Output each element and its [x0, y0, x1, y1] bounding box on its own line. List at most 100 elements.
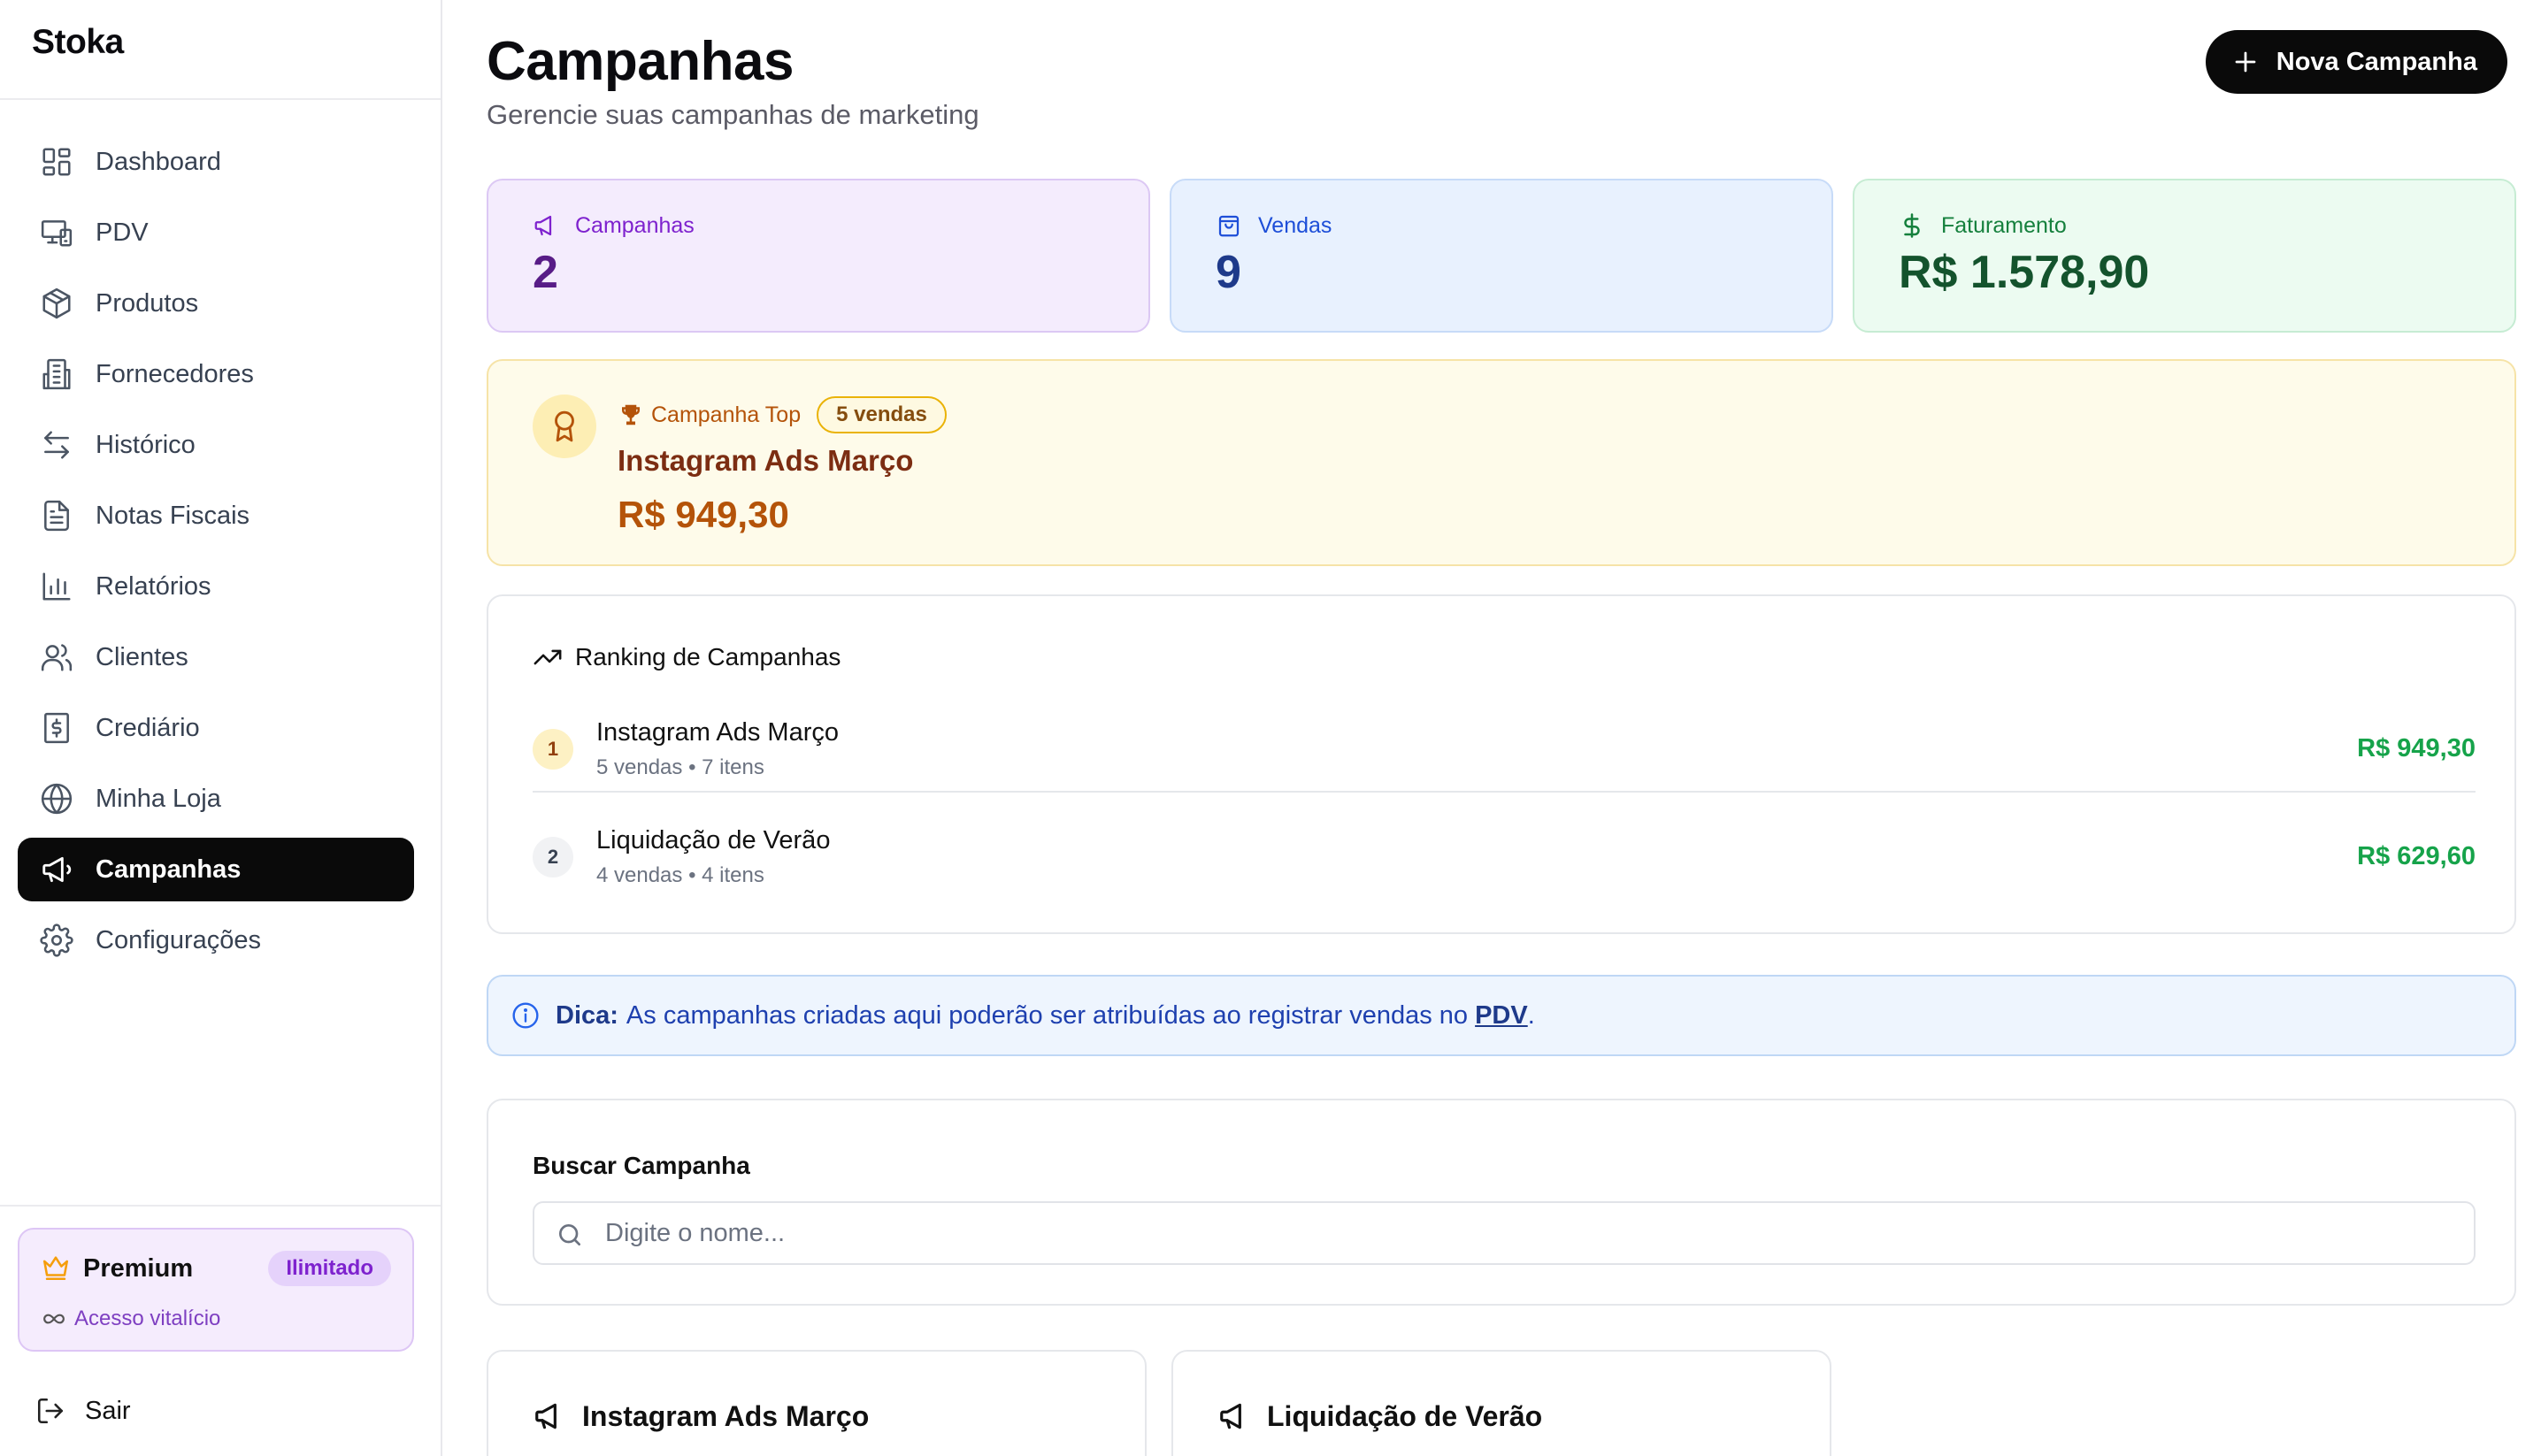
sidebar-item-label: Relatórios	[96, 571, 211, 601]
top-campaign-value: R$ 949,30	[618, 494, 789, 535]
sidebar-item-label: Produtos	[96, 288, 199, 318]
premium-title: Premium	[83, 1254, 194, 1283]
ranking-position: 1	[533, 729, 573, 770]
sidebar-item-label: Clientes	[96, 642, 188, 671]
sidebar-item-pdv[interactable]: PDV	[18, 201, 414, 264]
sidebar-nav: Dashboard PDV Produtos Fornecedores Hist…	[0, 100, 441, 972]
premium-subtitle: Acesso vitalício	[74, 1307, 221, 1330]
sidebar-item-label: Campanhas	[96, 854, 242, 884]
stat-label-campaigns: Campanhas	[533, 212, 695, 239]
package-icon	[39, 286, 74, 321]
bar-chart-icon	[39, 569, 74, 604]
sidebar-item-crediario[interactable]: Crediário	[18, 696, 414, 760]
award-icon	[533, 395, 596, 458]
search-card: Buscar Campanha	[487, 1099, 2516, 1306]
ranking-campaign-meta: 5 vendas • 7 itens	[596, 755, 764, 779]
sidebar-item-dashboard[interactable]: Dashboard	[18, 130, 414, 194]
sidebar-footer: Premium Ilimitado Acesso vitalício Sair	[0, 1205, 441, 1456]
sidebar-item-relatorios[interactable]: Relatórios	[18, 555, 414, 618]
sidebar-item-minha-loja[interactable]: Minha Loja	[18, 767, 414, 831]
top-campaign-label: Campanha Top 5 vendas	[618, 396, 947, 433]
search-label: Buscar Campanha	[533, 1152, 750, 1179]
stat-label-text: Vendas	[1258, 212, 1332, 238]
stat-label-revenue: Faturamento	[1899, 212, 2067, 239]
ranking-row[interactable]: 2 Liquidação de Verão 4 vendas • 4 itens…	[533, 812, 2476, 900]
top-campaign-card: Campanha Top 5 vendas Instagram Ads Març…	[487, 359, 2516, 566]
ranking-campaign-meta: 4 vendas • 4 itens	[596, 863, 764, 887]
tip-banner: Dica: As campanhas criadas aqui poderão …	[487, 975, 2516, 1056]
tip-text: As campanhas criadas aqui poderão ser at…	[626, 1000, 1469, 1030]
building-icon	[39, 356, 74, 392]
campaign-card[interactable]: Liquidação de Verão	[1171, 1350, 1831, 1456]
stat-value-sales: 9	[1216, 247, 1241, 298]
ranking-header: Ranking de Campanhas	[533, 642, 841, 672]
campaign-card-title: Liquidação de Verão	[1217, 1399, 1542, 1433]
info-icon	[511, 1001, 540, 1030]
top-campaign-name: Instagram Ads Março	[618, 444, 914, 477]
brand-logo[interactable]: Stoka	[0, 0, 441, 100]
users-icon	[39, 640, 74, 675]
campaign-card-name: Instagram Ads Março	[582, 1399, 870, 1432]
page-title: Campanhas	[487, 31, 794, 92]
megaphone-icon	[1217, 1399, 1251, 1433]
search-box[interactable]	[533, 1201, 2476, 1265]
sidebar-item-label: Configurações	[96, 925, 261, 954]
sidebar-item-notas-fiscais[interactable]: Notas Fiscais	[18, 484, 414, 548]
stat-card-revenue: Faturamento R$ 1.578,90	[1853, 179, 2516, 333]
crown-icon	[41, 1253, 71, 1283]
ranking-campaign-name: Liquidação de Verão	[596, 826, 831, 854]
logout-button[interactable]: Sair	[35, 1396, 131, 1426]
sidebar-item-label: Crediário	[96, 713, 200, 742]
main-content: Campanhas Gerencie suas campanhas de mar…	[442, 0, 2541, 1456]
sidebar-item-fornecedores[interactable]: Fornecedores	[18, 342, 414, 406]
stat-value-revenue: R$ 1.578,90	[1899, 247, 2150, 298]
ranking-campaign-value: R$ 949,30	[2357, 734, 2476, 762]
stat-card-campaigns: Campanhas 2	[487, 179, 1150, 333]
tip-strong: Dica:	[556, 1000, 618, 1030]
stat-label-text: Faturamento	[1941, 212, 2067, 238]
premium-plan-card[interactable]: Premium Ilimitado Acesso vitalício	[18, 1228, 414, 1352]
ranking-campaign-value: R$ 629,60	[2357, 842, 2476, 870]
sidebar: Stoka Dashboard PDV Produtos Fornecedore…	[0, 0, 442, 1456]
logout-label: Sair	[85, 1396, 131, 1425]
sidebar-item-campanhas[interactable]: Campanhas	[18, 838, 414, 901]
ranking-title: Ranking de Campanhas	[575, 643, 841, 671]
stat-label-text: Campanhas	[575, 212, 695, 238]
receipt-dollar-icon	[39, 710, 74, 746]
plus-icon	[2232, 49, 2259, 75]
trending-up-icon	[533, 642, 563, 672]
tip-pdv-link[interactable]: PDV	[1475, 1001, 1528, 1031]
sidebar-item-produtos[interactable]: Produtos	[18, 272, 414, 335]
campaign-card-name: Liquidação de Verão	[1267, 1399, 1543, 1432]
sidebar-item-historico[interactable]: Histórico	[18, 413, 414, 477]
shopping-bag-icon	[1216, 212, 1242, 239]
stat-card-sales: Vendas 9	[1170, 179, 1833, 333]
campaign-card[interactable]: Instagram Ads Março	[487, 1350, 1147, 1456]
premium-badge: Ilimitado	[268, 1251, 391, 1286]
gear-icon	[39, 923, 74, 958]
search-icon	[556, 1221, 584, 1249]
sidebar-item-label: Notas Fiscais	[96, 501, 250, 530]
ranking-row[interactable]: 1 Instagram Ads Março 5 vendas • 7 itens…	[533, 704, 2476, 793]
stat-label-sales: Vendas	[1216, 212, 1332, 239]
sidebar-item-configuracoes[interactable]: Configurações	[18, 908, 414, 972]
megaphone-icon	[533, 1399, 566, 1433]
top-campaign-badge: 5 vendas	[817, 396, 947, 433]
search-input[interactable]	[605, 1203, 2445, 1263]
megaphone-icon	[533, 212, 559, 239]
sidebar-item-label: Histórico	[96, 430, 196, 459]
dollar-icon	[1899, 212, 1925, 239]
trophy-icon	[618, 402, 644, 428]
ranking-position: 2	[533, 837, 573, 877]
logout-icon	[35, 1396, 65, 1426]
ranking-campaign-name: Instagram Ads Março	[596, 718, 839, 747]
file-text-icon	[39, 498, 74, 533]
sidebar-item-clientes[interactable]: Clientes	[18, 625, 414, 689]
globe-icon	[39, 781, 74, 816]
infinity-icon	[42, 1307, 65, 1330]
new-campaign-button[interactable]: Nova Campanha	[2205, 30, 2507, 94]
campaign-card-title: Instagram Ads Março	[533, 1399, 869, 1433]
dashboard-icon	[39, 144, 74, 180]
top-campaign-label-text: Campanha Top	[651, 402, 802, 427]
sidebar-item-label: Minha Loja	[96, 784, 221, 813]
